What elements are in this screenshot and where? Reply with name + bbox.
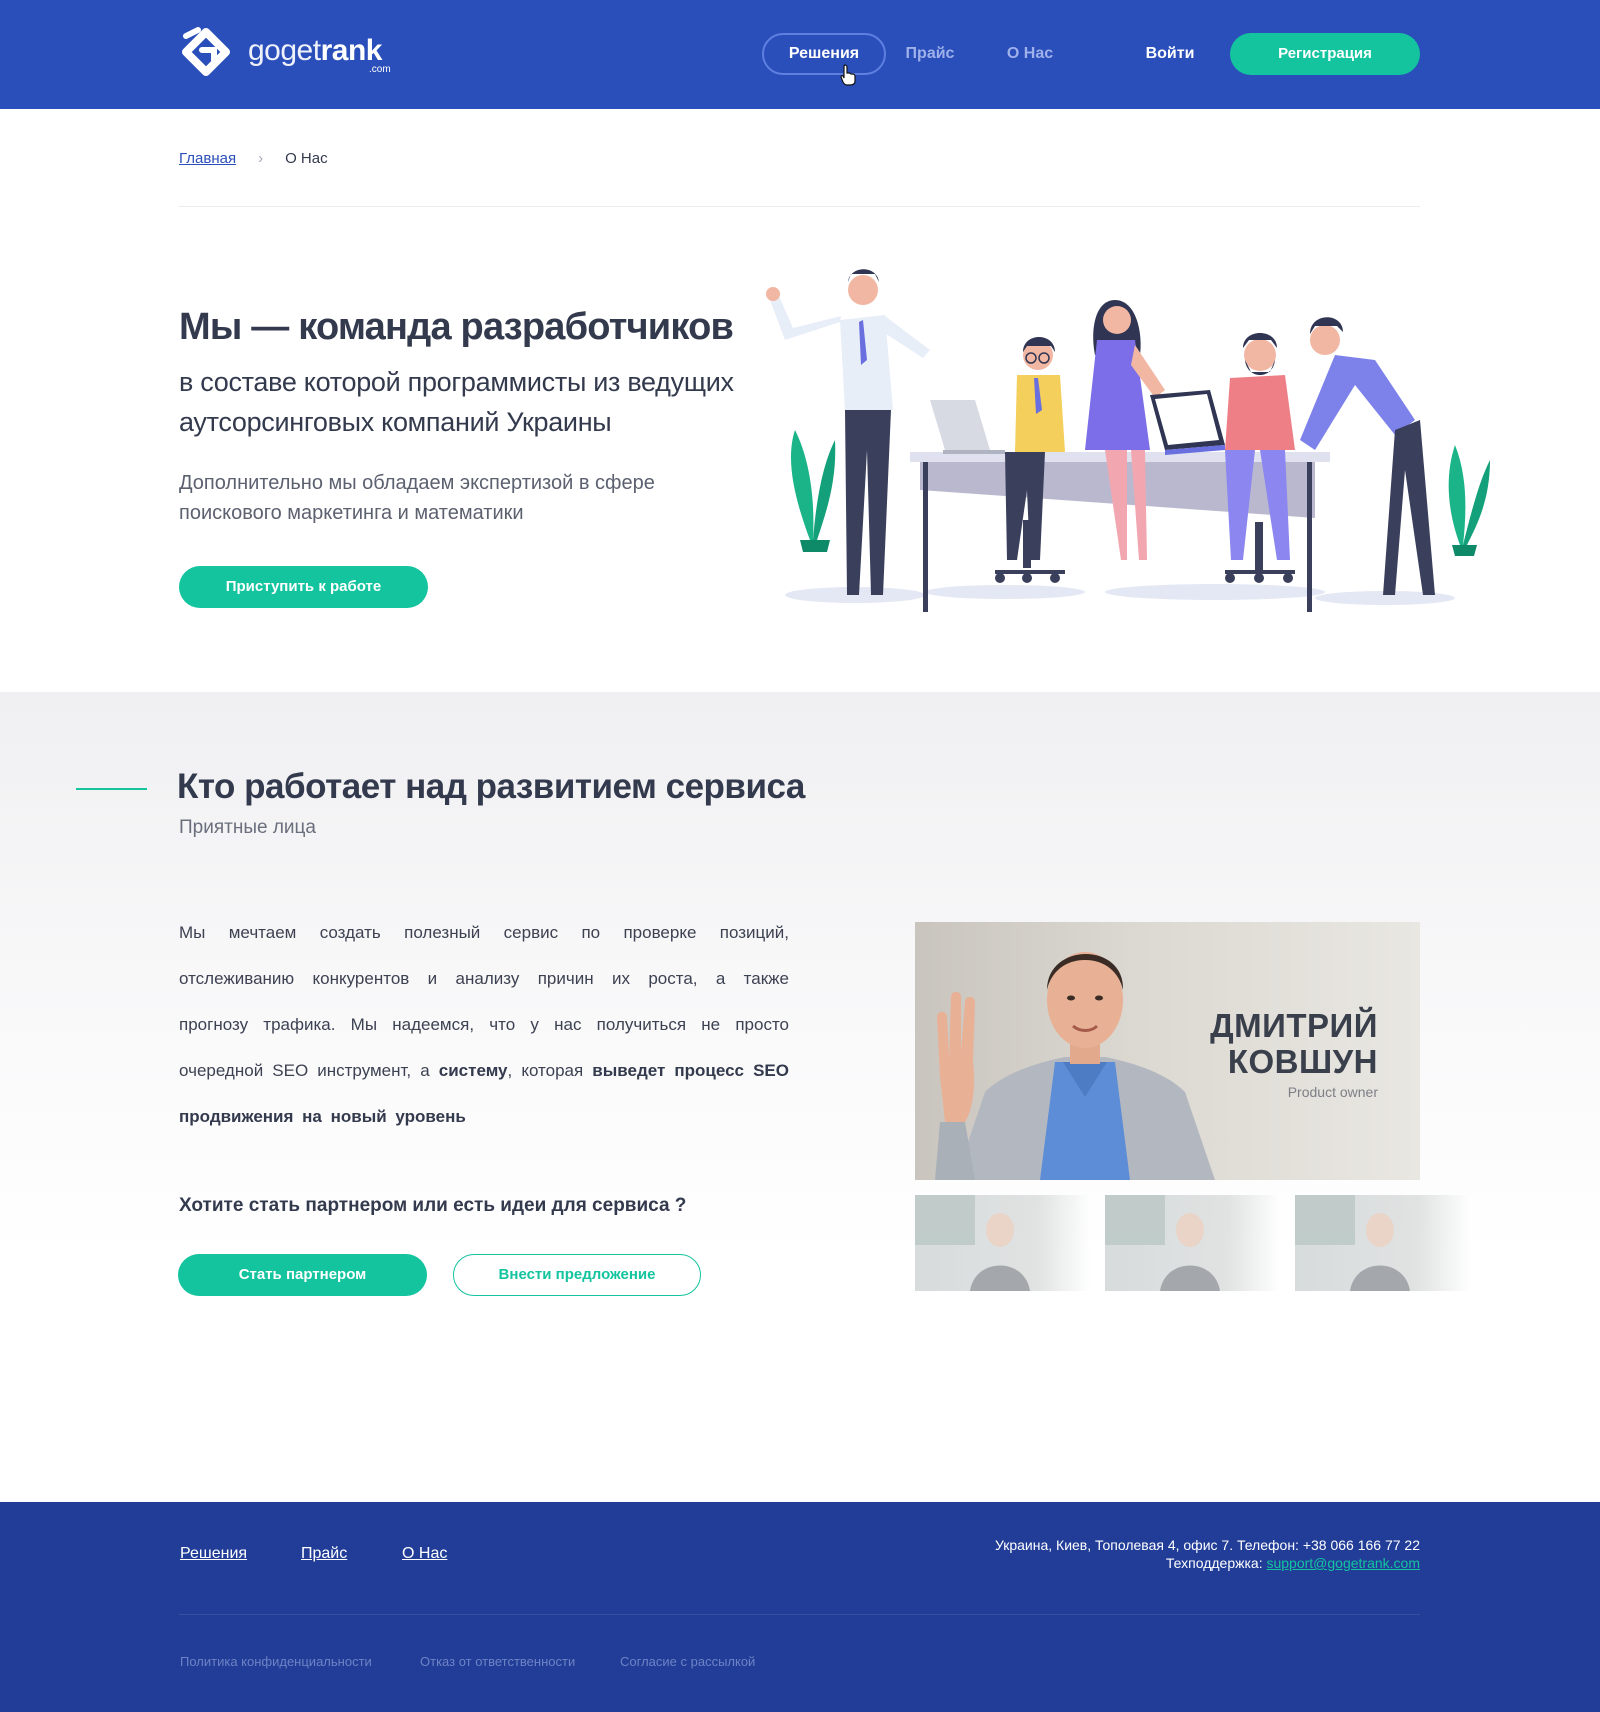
breadcrumb-current: О Нас (285, 150, 328, 167)
register-button[interactable]: Регистрация (1230, 33, 1420, 75)
team-thumbnail[interactable] (915, 1195, 1090, 1291)
support-label: Техподдержка: (1165, 1555, 1267, 1571)
footer: Решения Прайс О Нас Украина, Киев, Топол… (0, 1502, 1600, 1712)
logo-word-light: goget (248, 34, 321, 67)
hero-title: Мы — команда разработчиков (179, 306, 734, 348)
team-text-emphasis: систему (438, 1061, 508, 1080)
breadcrumb: Главная › О Нас (179, 150, 328, 167)
footer-divider (179, 1614, 1420, 1615)
nav-solutions[interactable]: Решения (762, 33, 886, 75)
team-illustration (766, 269, 1490, 612)
hero-subtitle: в составе которой программисты из ведущи… (179, 367, 734, 437)
logo-domain-suffix: .com (369, 64, 391, 75)
submit-suggestion-button[interactable]: Внести предложение (453, 1254, 701, 1296)
team-text-part: Мы мечтаем создать полезный сервис по пр… (179, 923, 789, 1080)
disclaimer-link[interactable]: Отказ от ответственности (420, 1654, 575, 1669)
privacy-policy-link[interactable]: Политика конфиденциальности (180, 1654, 372, 1669)
team-title: Кто работает над развитием сервиса (177, 767, 805, 806)
team-thumbnail[interactable] (1105, 1195, 1280, 1291)
team-subtitle: Приятные лица (179, 817, 316, 838)
become-partner-button[interactable]: Стать партнером (178, 1254, 427, 1296)
get-started-button[interactable]: Приступить к работе (179, 566, 428, 608)
hand-cursor-icon (840, 64, 856, 86)
footer-link-about[interactable]: О Нас (402, 1545, 447, 1563)
partner-question: Хотите стать партнером или есть идеи для… (179, 1195, 687, 1216)
mailing-consent-link[interactable]: Согласие с рассылкой (620, 1654, 755, 1669)
hero-description: Дополнительно мы обладаем экспертизой в … (179, 472, 655, 524)
team-thumbnail[interactable] (1295, 1195, 1470, 1291)
footer-link-price[interactable]: Прайс (301, 1545, 347, 1563)
breadcrumb-home[interactable]: Главная (179, 150, 236, 167)
footer-link-solutions[interactable]: Решения (180, 1545, 247, 1563)
thumbnail-portrait (1105, 1195, 1220, 1291)
top-header: gogetrank .com Решения Прайс О Нас Войти… (0, 0, 1600, 109)
member-name-line-1: ДМИТРИЙ (1210, 1007, 1378, 1044)
breadcrumb-divider (179, 206, 1420, 207)
logo-wordmark: gogetrank (248, 34, 382, 68)
team-text-part: , которая (507, 1061, 593, 1080)
thumbnail-portrait (1295, 1195, 1410, 1291)
team-member-role: Product owner (1287, 1084, 1378, 1100)
logo-word-bold: rank (320, 34, 383, 67)
footer-address: Украина, Киев, Тополевая 4, офис 7. Теле… (994, 1537, 1420, 1553)
nav-about[interactable]: О Нас (1000, 33, 1060, 75)
support-email-link[interactable]: support@gogetrank.com (1266, 1555, 1420, 1571)
breadcrumb-chevron-icon: › (258, 150, 264, 167)
member-name-line-2: КОВШУН (1227, 1043, 1378, 1080)
section-accent-line (76, 788, 147, 790)
logo-mark-icon (182, 27, 230, 76)
gogetrank-logo[interactable]: gogetrank .com (178, 26, 408, 82)
team-member-name: ДМИТРИЙ КОВШУН (1210, 1008, 1378, 1080)
team-member-photo[interactable]: ДМИТРИЙ КОВШУН Product owner (915, 922, 1420, 1180)
thumbnail-portrait (915, 1195, 1030, 1291)
nav-price[interactable]: Прайс (900, 33, 960, 75)
login-link[interactable]: Войти (1140, 33, 1200, 75)
footer-support: Техподдержка: support@gogetrank.com (1166, 1555, 1420, 1571)
team-description: Мы мечтаем создать полезный сервис по пр… (179, 910, 789, 1140)
